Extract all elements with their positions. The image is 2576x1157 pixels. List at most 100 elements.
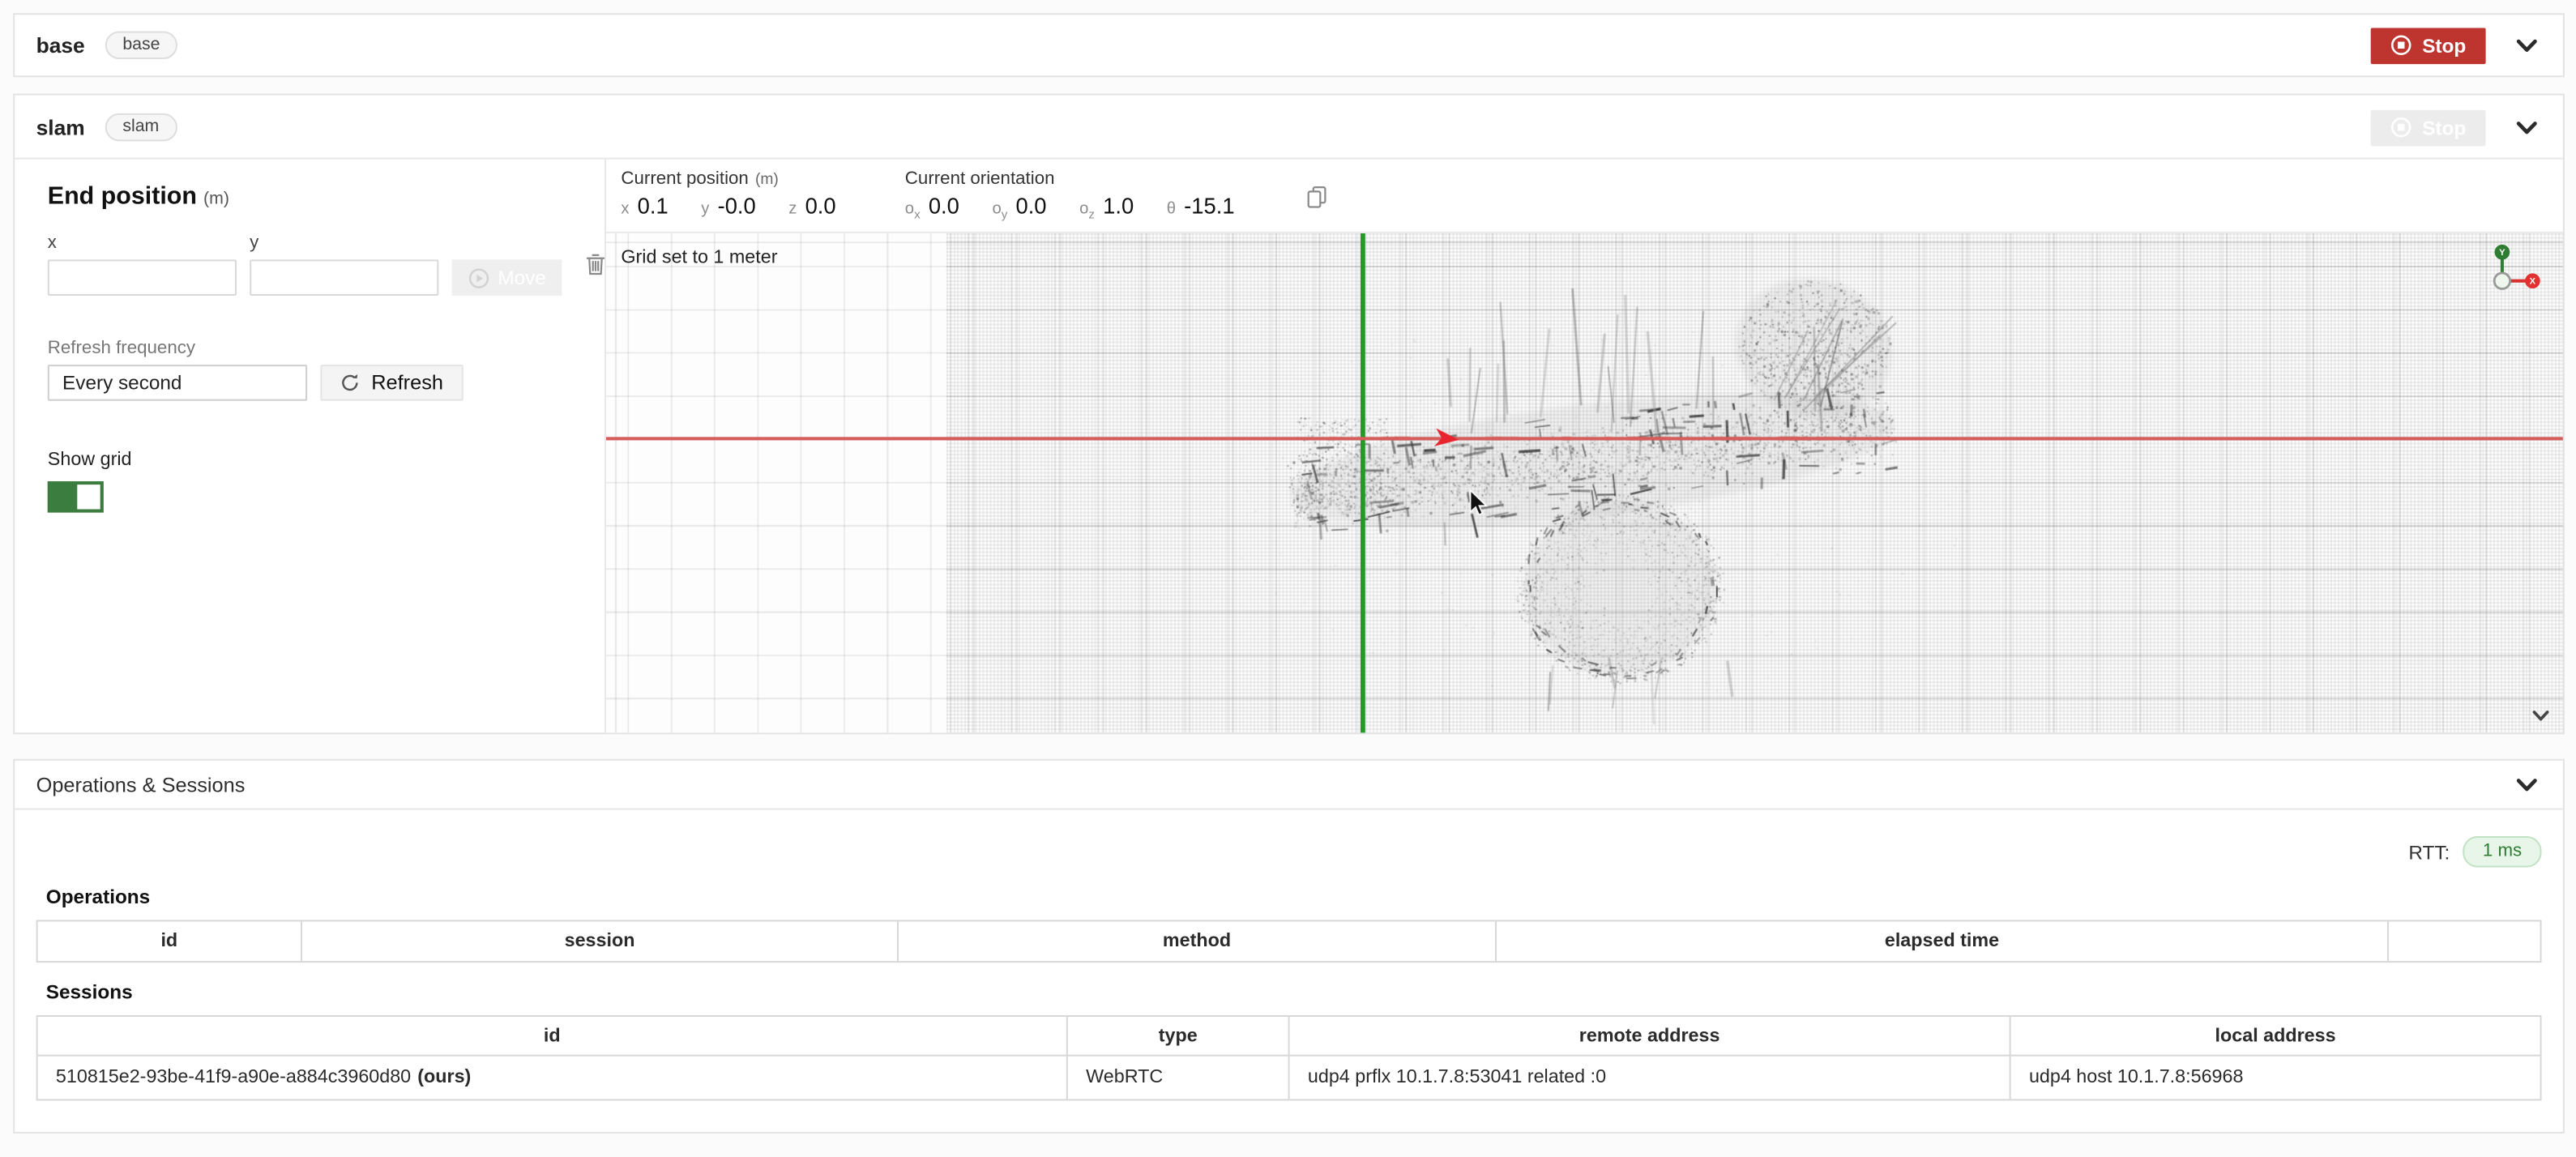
rtt-status-badge: 1 ms [2463,836,2542,868]
svg-text:Y: Y [2499,248,2506,258]
current-orientation-values: ox0.0 oy0.0 oz1.0 θ-15.1 [905,194,1235,221]
origin-node [2494,273,2510,288]
slam-panel-header: slam slam Stop [15,96,2563,160]
orientation-theta-value: θ-15.1 [1167,194,1235,221]
operations-col-actions [2389,922,2540,962]
operations-table: id session method elapsed time [36,920,2542,963]
stop-circle-icon [2391,117,2412,138]
copy-pose-button[interactable] [1304,182,1331,211]
slam-component-panel: slam slam Stop End position (m) [13,94,2565,735]
session-ownership-badge: (ours) [417,1068,471,1087]
session-row-type: WebRTC [1068,1057,1290,1099]
current-orientation-group: Current orientation ox0.0 oy0.0 oz1.0 θ-… [905,169,1235,222]
current-position-unit: (m) [755,171,779,189]
base-component-panel: base base Stop [13,13,2565,77]
operations-col-elapsed: elapsed time [1497,922,2389,962]
sessions-col-type: type [1068,1017,1290,1057]
show-grid-toggle[interactable] [48,481,104,513]
rtt-row: RTT: 1 ms [15,810,2563,868]
end-position-x-input[interactable] [48,259,237,296]
sessions-col-local: local address [2011,1017,2540,1057]
operations-col-id: id [38,922,302,962]
x-input-group: x [48,233,237,296]
operations-panel-header: Operations & Sessions [15,761,2563,810]
current-orientation-heading: Current orientation [905,169,1235,189]
x-input-label: x [48,233,237,253]
operations-sessions-panel: Operations & Sessions RTT: 1 ms Operatio… [13,759,2565,1134]
position-x-value: x0.1 [621,194,668,218]
refresh-frequency-select[interactable]: Every second [48,365,307,401]
slam-type-tag: slam [105,113,177,141]
slam-collapse-button[interactable] [2512,116,2541,139]
chevron-down-icon [2531,703,2549,728]
slam-panel-body: End position (m) x y Move [15,158,2563,733]
base-panel-title: base [36,33,85,58]
orientation-oy-value: oy0.0 [992,194,1046,221]
robot-pose-marker-icon [1431,425,1464,460]
refresh-button[interactable]: Refresh [320,365,463,401]
toggle-handle [77,485,100,509]
slam-map-view[interactable]: Grid set to 1 meter Y X [606,233,2563,732]
refresh-frequency-row: Every second Refresh [48,365,572,401]
map-y-axis-line [1361,233,1365,732]
refresh-frequency-label: Refresh frequency [48,339,572,358]
operations-col-method: method [899,922,1497,962]
end-position-y-input[interactable] [250,259,438,296]
session-row-id: 510815e2-93be-41f9-a90e-a884c3960d80 (ou… [38,1057,1068,1099]
base-stop-button[interactable]: Stop [2371,27,2485,63]
operations-panel-title: Operations & Sessions [36,773,246,796]
operations-collapse-button[interactable] [2512,773,2541,796]
slam-controls-column: End position (m) x y Move [15,160,606,733]
operations-table-heading: Operations [46,886,2563,908]
orientation-ox-value: ox0.0 [905,194,959,221]
position-y-value: y-0.0 [701,194,755,218]
slam-stop-label: Stop [2422,116,2466,139]
rtt-label: RTT: [2408,840,2450,863]
operations-col-session: session [302,922,899,962]
play-circle-icon [468,267,489,288]
sessions-col-remote: remote address [1290,1017,2011,1057]
refresh-icon [340,373,360,392]
copy-icon [1307,189,1328,213]
map-x-axis-line [606,437,2563,440]
y-input-group: y [250,233,438,296]
y-input-label: y [250,233,438,253]
slam-stop-button-disabled: Stop [2371,109,2485,146]
position-z-value: z0.0 [788,194,835,218]
base-collapse-button[interactable] [2512,34,2541,57]
base-stop-label: Stop [2422,34,2466,57]
grid-scale-note: Grid set to 1 meter [621,248,777,267]
svg-text:X: X [2530,277,2536,287]
map-fine-grid [946,233,2563,732]
chevron-down-icon [2515,34,2538,58]
current-position-heading: Current position (m) [621,169,835,189]
slam-map-column: Current position (m) x0.1 y-0.0 z0.0 Curr… [606,160,2563,733]
x-axis-node [2525,273,2540,288]
stop-circle-icon [2391,35,2412,56]
mouse-cursor-icon [1469,489,1492,527]
chevron-down-icon [2515,116,2538,140]
current-position-values: x0.1 y-0.0 z0.0 [621,194,835,218]
current-position-title: Current position [621,169,748,189]
move-button-label: Move [498,266,545,288]
sessions-col-id: id [38,1017,1068,1057]
current-orientation-title: Current orientation [905,169,1055,189]
show-grid-label: Show grid [48,450,572,470]
session-row-local-address: udp4 host 10.1.7.8:56968 [2011,1057,2540,1099]
slam-pointcloud-canvas [606,233,2563,732]
current-position-group: Current position (m) x0.1 y-0.0 z0.0 [621,169,835,219]
slam-panel-title: slam [36,115,85,139]
map-expand-button[interactable] [2528,707,2553,726]
trash-icon [585,256,606,280]
end-position-inputs-row: x y Move [48,233,572,296]
sessions-table-heading: Sessions [46,981,2563,1004]
base-panel-header: base base Stop [15,15,2563,75]
orientation-oz-value: oz1.0 [1079,194,1134,221]
end-position-unit: (m) [203,189,229,208]
sessions-table: id type remote address local address 510… [36,1015,2542,1100]
app-stage: base base Stop slam slam [0,0,2576,1156]
session-row-remote-address: udp4 prflx 10.1.7.8:53041 related :0 [1290,1057,2011,1099]
end-position-title: End position [48,182,197,210]
end-position-heading: End position (m) [48,182,572,210]
session-id-value: 510815e2-93be-41f9-a90e-a884c3960d80 [56,1068,411,1087]
